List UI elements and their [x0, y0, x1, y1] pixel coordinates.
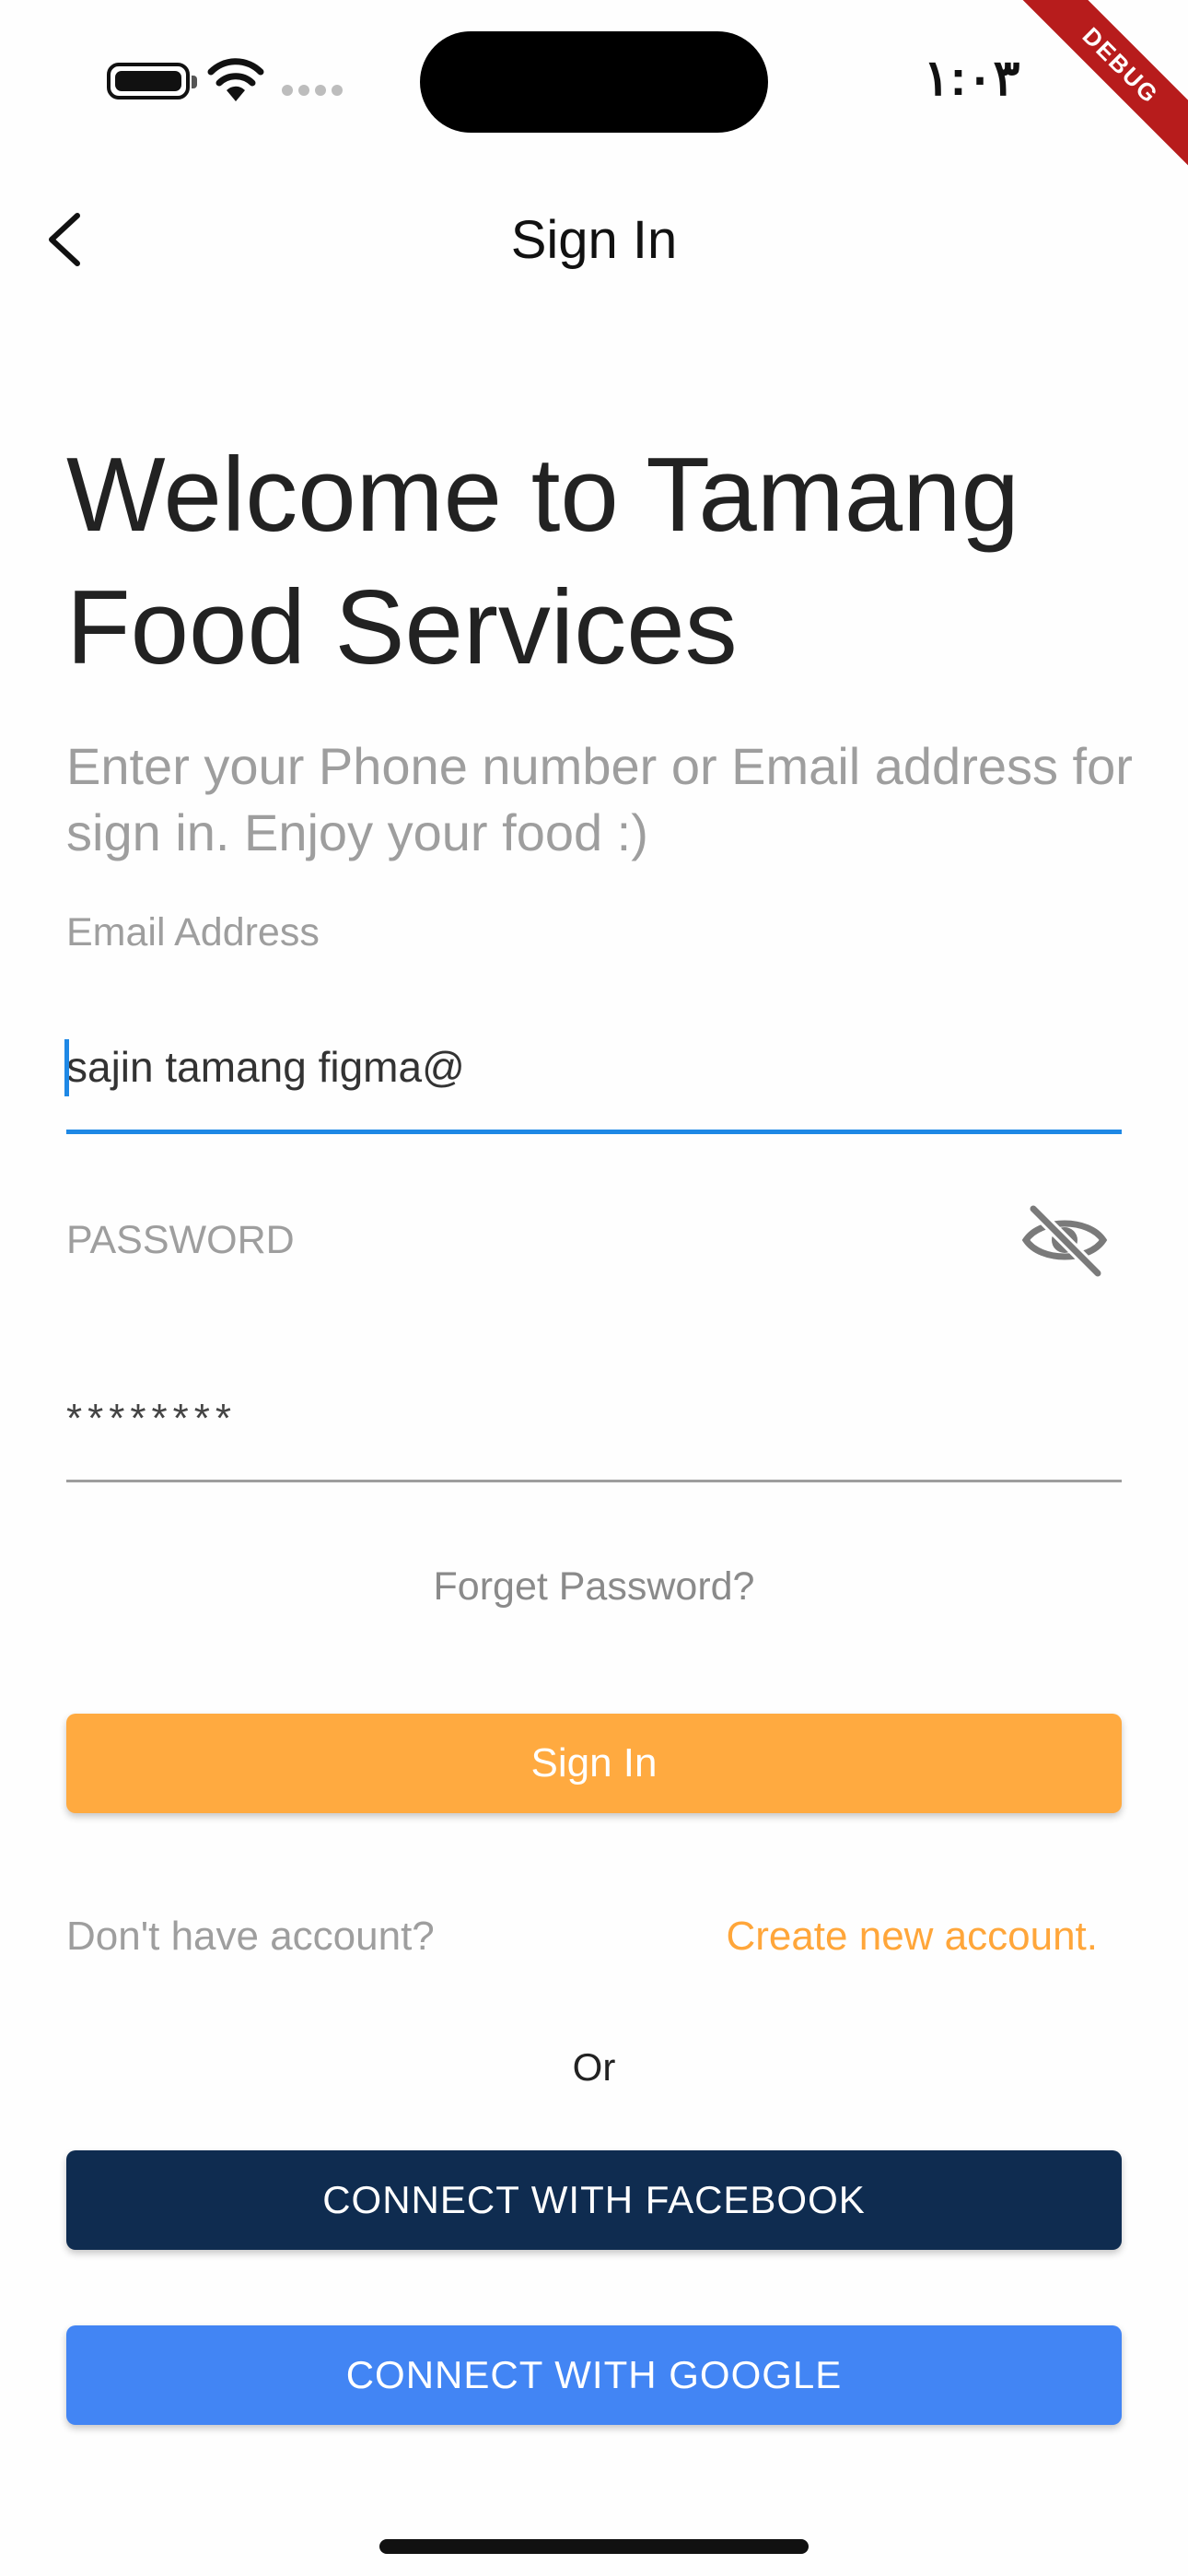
- connect-facebook-button[interactable]: CONNECT WITH FACEBOOK: [66, 2150, 1122, 2250]
- password-input[interactable]: [66, 1382, 1122, 1456]
- text-cursor: [64, 1039, 69, 1096]
- status-bar: ١:٠٣ DEBUG: [0, 0, 1188, 190]
- page-title: Sign In: [510, 210, 678, 270]
- password-visibility-toggle[interactable]: [1020, 1201, 1109, 1280]
- back-button[interactable]: [29, 205, 99, 275]
- dynamic-island: [420, 31, 768, 133]
- wifi-icon: [207, 58, 264, 101]
- password-label: PASSWORD: [66, 1218, 295, 1262]
- cellular-signal-icon: [282, 85, 346, 98]
- forgot-password-link[interactable]: Forget Password?: [318, 1559, 870, 1614]
- email-label: Email Address: [66, 910, 320, 954]
- eye-off-icon: [1021, 1202, 1108, 1280]
- sign-in-button[interactable]: Sign In: [66, 1714, 1122, 1813]
- chevron-left-icon: [49, 213, 80, 266]
- welcome-subtitle: Enter your Phone number or Email address…: [66, 737, 1133, 861]
- or-divider: Or: [572, 2045, 616, 2089]
- email-input[interactable]: [66, 1030, 1122, 1104]
- password-underline: [66, 1480, 1122, 1482]
- no-account-text: Don't have account?: [66, 1914, 435, 1959]
- welcome-heading: Welcome to Tamang Food Services: [66, 437, 1019, 686]
- email-underline: [66, 1130, 1122, 1134]
- battery-icon: [107, 63, 197, 100]
- status-time: ١:٠٣: [923, 51, 1020, 106]
- create-account-link[interactable]: Create new account.: [691, 1909, 1098, 1964]
- home-indicator[interactable]: [379, 2539, 809, 2554]
- connect-google-button[interactable]: CONNECT WITH GOOGLE: [66, 2325, 1122, 2425]
